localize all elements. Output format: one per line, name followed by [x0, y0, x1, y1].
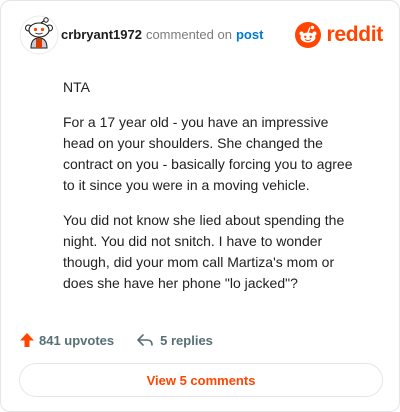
author-line: crbryant1972 commented on post	[61, 27, 263, 43]
comment-paragraph: You did not know she lied about spending…	[63, 212, 345, 291]
reddit-brand[interactable]: reddit	[295, 20, 383, 50]
reply-arrow-icon	[137, 334, 153, 346]
reddit-wordmark: reddit	[326, 23, 383, 46]
upvote-arrow-icon	[20, 333, 34, 347]
snoo-avatar-icon[interactable]	[19, 15, 59, 55]
author-name[interactable]: crbryant1972	[61, 27, 142, 42]
comment-footer: 841 upvotes 5 replies	[19, 329, 381, 351]
post-link[interactable]: post	[236, 27, 263, 42]
comment-paragraph: NTA	[63, 79, 90, 95]
comment-action-text: commented on	[145, 27, 232, 42]
comment-paragraph: For a 17 year old - you have an impressi…	[63, 114, 353, 193]
comment-body: NTA For a 17 year old - you have an impr…	[63, 77, 363, 308]
comment-card: crbryant1972 commented on post reddit NTA …	[0, 0, 400, 412]
view-comments-button[interactable]: View 5 comments	[19, 363, 383, 397]
comment-header: crbryant1972 commented on post reddit	[19, 15, 383, 55]
upvote-count: 841 upvotes	[39, 332, 115, 348]
upvote-button[interactable]: 841 upvotes	[19, 332, 114, 348]
reddit-logo-icon	[295, 22, 322, 48]
reply-count: 5 replies	[160, 332, 213, 348]
replies-button[interactable]: 5 replies	[136, 333, 213, 348]
